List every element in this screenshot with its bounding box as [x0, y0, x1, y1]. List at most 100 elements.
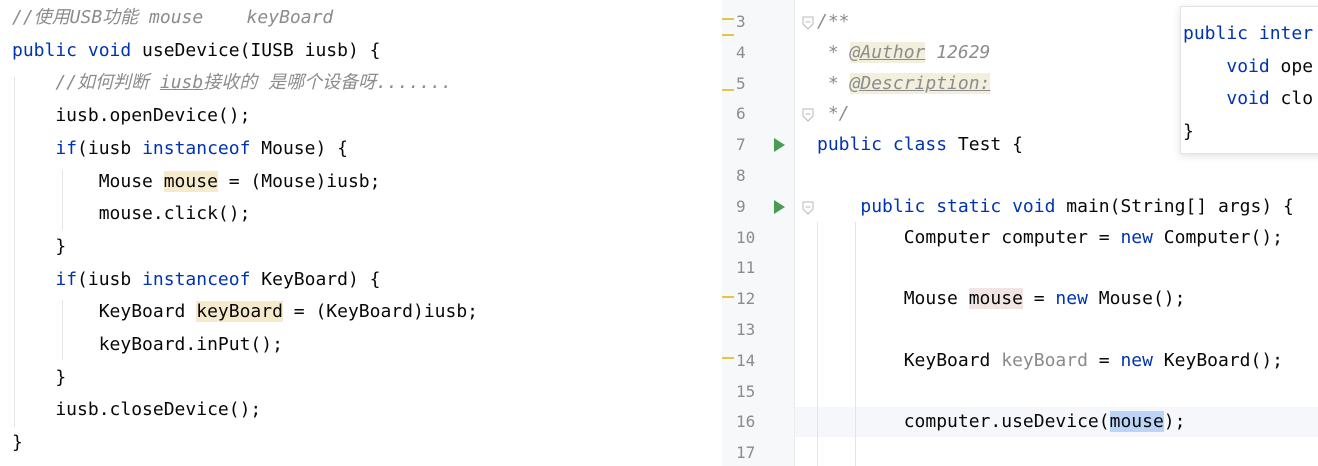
code-token: public — [1183, 23, 1259, 44]
code-token: iusb.openDevice(); — [12, 105, 251, 127]
code-line[interactable]: //使用USB功能 mouse keyBoard — [12, 3, 722, 33]
code-line[interactable]: void clo — [1183, 84, 1318, 114]
code-token: KeyBoard) { — [250, 268, 381, 290]
code-token: mouse — [1109, 411, 1164, 433]
code-token: new — [1120, 349, 1153, 371]
code-token: //使用USB功能 mouse keyBoard — [12, 7, 334, 28]
code-line[interactable]: } — [12, 428, 722, 458]
code-token: public void — [12, 39, 143, 61]
code-token: ope — [1280, 55, 1314, 77]
line-number: 15 — [736, 381, 756, 401]
code-token: public static void — [860, 195, 1067, 217]
editor-gutter[interactable]: 3 4 5 6 7 8 9 10 11 12 13 14 15 16 17 — [722, 0, 794, 466]
code-token: } — [1183, 120, 1194, 142]
code-line[interactable]: computer.useDevice(mouse); — [817, 407, 1318, 437]
code-token: new — [1120, 226, 1153, 248]
code-token: Computer(); — [1152, 226, 1283, 248]
line-number: 16 — [736, 412, 756, 432]
fold-icon[interactable] — [802, 200, 814, 215]
code-line[interactable]: public inter — [1183, 19, 1318, 49]
code-line[interactable]: //如何判断 iusb接收的 是哪个设备呀....... — [12, 68, 722, 98]
code-line[interactable] — [817, 161, 1318, 191]
change-marker — [722, 89, 734, 91]
line-number: 11 — [736, 258, 756, 278]
code-line[interactable]: Mouse mouse = new Mouse(); — [817, 284, 1318, 314]
code-token: * — [817, 41, 850, 63]
code-token: keyBoard.inPut(); — [12, 334, 283, 355]
line-number: 6 — [736, 104, 746, 124]
code-line[interactable]: public static void main(String[] args) { — [817, 192, 1318, 222]
code-token: mouse — [968, 288, 1023, 310]
code-token: KeyBoard — [12, 301, 197, 323]
code-line[interactable] — [817, 253, 1318, 283]
code-token: void — [1226, 88, 1281, 109]
line-number: 3 — [736, 12, 746, 31]
left-code-editor[interactable]: //使用USB功能 mouse keyBoard public void useD… — [0, 0, 722, 466]
code-line[interactable]: } — [12, 232, 722, 262]
code-token: */ — [817, 103, 850, 125]
code-line[interactable]: Computer computer = new Computer(); — [817, 223, 1318, 253]
code-line[interactable]: KeyBoard keyBoard = (KeyBoard)iusb; — [12, 297, 722, 327]
change-marker — [722, 18, 734, 20]
code-token: = — [1022, 288, 1056, 310]
code-line[interactable]: iusb.openDevice(); — [12, 101, 722, 131]
line-number: 7 — [736, 135, 746, 155]
code-line[interactable]: if(iusb instanceof Mouse) { — [12, 134, 722, 164]
fold-icon[interactable] — [802, 107, 814, 123]
code-token: 12629 — [925, 41, 991, 63]
code-token: ); — [1163, 411, 1186, 433]
line-number: 17 — [736, 443, 756, 463]
code-token: inter — [1258, 23, 1314, 44]
change-marker — [722, 34, 734, 36]
code-token: (iusb — [77, 137, 143, 159]
code-line[interactable]: void ope — [1183, 52, 1318, 82]
code-token: } — [12, 432, 23, 454]
code-token: main(String[] args) { — [1066, 195, 1294, 217]
code-token: Mouse — [12, 170, 164, 192]
code-token: new — [1055, 288, 1088, 310]
code-line[interactable]: public void useDevice(IUSB iusb) { — [12, 36, 722, 66]
code-token: iusb — [159, 72, 204, 94]
code-token: = — [1087, 349, 1121, 371]
line-number: 4 — [736, 42, 746, 62]
code-line[interactable]: mouse.click(); — [12, 199, 722, 229]
run-triangle-icon[interactable] — [774, 199, 785, 214]
line-number: 5 — [736, 73, 746, 93]
line-number: 8 — [736, 166, 746, 185]
code-token: Test { — [957, 134, 1023, 156]
code-token: public class — [817, 134, 958, 156]
code-token: Mouse — [817, 288, 969, 310]
code-line[interactable]: } — [1183, 117, 1318, 147]
code-token: Computer computer = — [817, 226, 1121, 248]
line-number: 10 — [736, 227, 756, 247]
change-marker — [722, 296, 734, 298]
code-line[interactable]: KeyBoard keyBoard = new KeyBoard(); — [817, 346, 1318, 376]
fold-icon[interactable] — [802, 15, 814, 30]
quick-definition-popup[interactable]: public inter void ope void clo} — [1180, 6, 1318, 154]
code-token: keyBoard — [1001, 349, 1088, 371]
run-triangle-icon[interactable] — [774, 138, 785, 153]
code-token: //如何判断 — [55, 72, 160, 94]
code-line[interactable] — [817, 315, 1318, 345]
code-token: } — [12, 366, 67, 388]
code-line[interactable]: keyBoard.inPut(); — [12, 330, 722, 360]
code-line[interactable] — [817, 438, 1318, 466]
code-token: mouse — [163, 170, 218, 192]
code-line[interactable]: if(iusb instanceof KeyBoard) { — [12, 265, 722, 295]
code-token: KeyBoard(); — [1152, 349, 1284, 371]
code-line[interactable]: } — [12, 363, 722, 393]
line-number: 12 — [736, 289, 756, 309]
code-line[interactable]: Mouse mouse = (Mouse)iusb; — [12, 167, 722, 197]
code-line[interactable] — [817, 377, 1318, 407]
code-token: Mouse(); — [1087, 288, 1186, 310]
code-line[interactable]: iusb.closeDevice(); — [12, 395, 722, 425]
code-token: 接收的 是哪个设备呀....... — [203, 72, 452, 94]
code-token: if — [55, 268, 78, 290]
code-token: KeyBoard — [817, 349, 1002, 371]
code-token: = (KeyBoard)iusb; — [282, 301, 479, 323]
line-number: 14 — [736, 350, 756, 370]
